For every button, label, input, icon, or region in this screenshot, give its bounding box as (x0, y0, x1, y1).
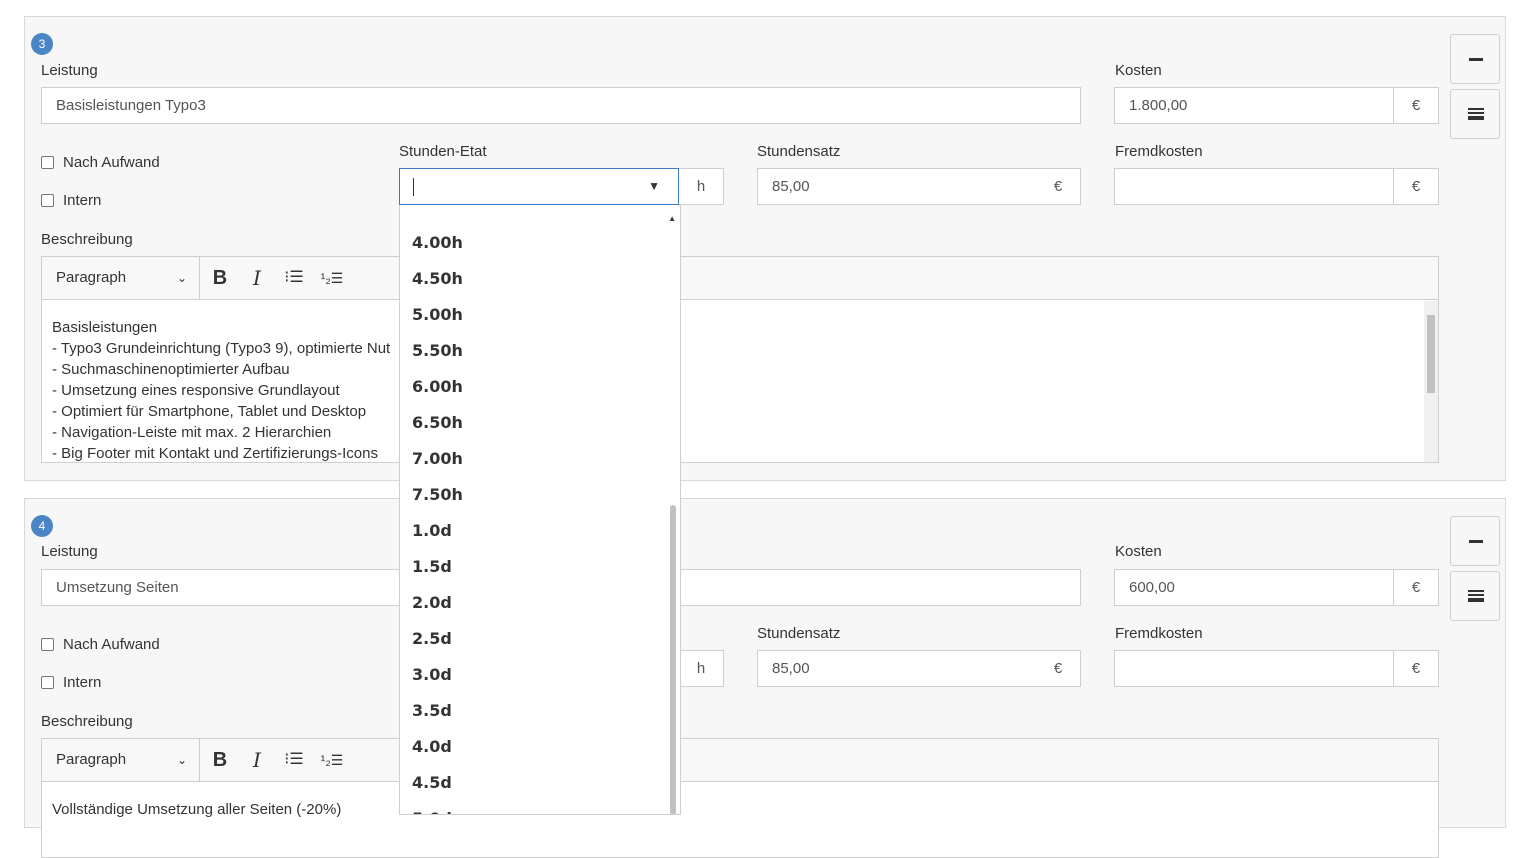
collapse-button[interactable] (1450, 516, 1500, 566)
hour-addon: h (679, 168, 724, 205)
fremdkosten-label: Fremdkosten (1115, 143, 1203, 160)
fremdkosten-input[interactable] (1114, 168, 1394, 205)
bullet-list-icon[interactable]: ⁝☰ (280, 266, 308, 290)
service-block-3: 3 Leistung Basisleistungen Typo3 Kosten … (24, 16, 1506, 481)
content-line: - Optimiert für Smartphone, Tablet und D… (52, 403, 367, 420)
paragraph-select[interactable]: Paragraph ⌄ (42, 257, 200, 299)
dropdown-option[interactable]: 1.5d (412, 557, 452, 576)
leistung-label: Leistung (41, 543, 98, 560)
position-badge: 4 (31, 515, 53, 537)
dropdown-option[interactable]: 4.50h (412, 269, 463, 288)
intern-label: Intern (63, 192, 102, 209)
content-line: - Navigation-Leiste mit max. 2 Hierarchi… (52, 424, 332, 441)
chevron-down-icon: ⌄ (176, 271, 187, 285)
dropdown-option[interactable]: 3.0d (412, 665, 452, 684)
numbered-list-icon[interactable]: ¹₂☰ (318, 266, 346, 290)
intern-checkbox[interactable] (41, 676, 54, 689)
stunden-etat-select[interactable]: ▼ (399, 168, 679, 205)
kosten-input[interactable]: 600,00 (1114, 569, 1394, 606)
content-line: - Umsetzung eines responsive Grundlayout (52, 382, 340, 399)
dropdown-option[interactable]: 4.5d (412, 773, 452, 792)
editor-toolbar: Paragraph ⌄ B I ⁝☰ ¹₂☰ (42, 257, 1438, 300)
dropdown-option[interactable]: 4.0d (412, 737, 452, 756)
bold-icon[interactable]: B (206, 748, 234, 772)
currency-addon: € (1394, 168, 1439, 205)
stunden-etat-dropdown[interactable]: ▲ 4.00h 4.50h 5.00h 5.50h 6.00h 6.50h 7.00h 7.5… (399, 205, 681, 815)
scroll-up-arrow[interactable]: ▲ (668, 214, 676, 223)
intern-label: Intern (63, 674, 102, 691)
beschreibung-label: Beschreibung (41, 231, 133, 248)
dropdown-option[interactable]: 5.0d (412, 809, 452, 814)
dropdown-option[interactable]: 5.50h (412, 341, 463, 360)
dropdown-option[interactable]: 2.0d (412, 593, 452, 612)
minus-icon (1469, 540, 1483, 543)
menu-icon (1468, 108, 1484, 120)
scroll-thumb[interactable] (1427, 315, 1435, 393)
content-line: - Big Footer mit Kontakt und Zertifizier… (52, 445, 378, 462)
content-line: Vollständige Umsetzung aller Seiten (-20… (52, 801, 342, 818)
nach-aufwand-label: Nach Aufwand (63, 154, 160, 171)
stundensatz-label: Stundensatz (757, 625, 841, 642)
leistung-input[interactable]: Basisleistungen Typo3 (41, 87, 1081, 124)
dropdown-option[interactable]: 7.50h (412, 485, 463, 504)
kosten-label: Kosten (1115, 543, 1162, 560)
text-cursor (413, 178, 414, 196)
description-editor: Paragraph ⌄ B I ⁝☰ ¹₂☰ Basisleistungen -… (41, 256, 1439, 463)
currency-addon: € (1394, 569, 1439, 606)
beschreibung-label: Beschreibung (41, 713, 133, 730)
description-editor: Paragraph ⌄ B I ⁝☰ ¹₂☰ Vollständige Umse… (41, 738, 1439, 858)
dropdown-scroll-thumb[interactable] (670, 505, 676, 814)
leistung-label: Leistung (41, 62, 98, 79)
nach-aufwand-checkbox[interactable] (41, 156, 54, 169)
currency-addon: € (1394, 87, 1439, 124)
dropdown-option[interactable]: 2.5d (412, 629, 452, 648)
paragraph-select[interactable]: Paragraph ⌄ (42, 739, 200, 781)
service-block-4: 4 Leistung Umsetzung Seiten Kosten 600,0… (24, 498, 1506, 858)
editor-content[interactable]: Basisleistungen - Typo3 Grundeinrichtung… (42, 301, 1438, 462)
italic-icon[interactable]: I (243, 748, 271, 772)
hour-addon: h (679, 650, 724, 687)
kosten-input[interactable]: 1.800,00 (1114, 87, 1394, 124)
editor-scrollbar[interactable] (1424, 301, 1438, 462)
dropdown-option[interactable]: 7.00h (412, 449, 463, 468)
dropdown-option[interactable]: 3.5d (412, 701, 452, 720)
collapse-button[interactable] (1450, 34, 1500, 84)
stundensatz-label: Stundensatz (757, 143, 841, 160)
menu-icon (1468, 590, 1484, 602)
numbered-list-icon[interactable]: ¹₂☰ (318, 748, 346, 772)
caret-down-icon: ▼ (648, 179, 660, 193)
stundensatz-input[interactable]: 85,00 (757, 650, 1037, 687)
content-line: Basisleistungen (52, 319, 158, 336)
content-line: - Typo3 Grundeinrichtung (Typo3 9), opti… (52, 340, 391, 357)
italic-icon[interactable]: I (243, 266, 271, 290)
fremdkosten-label: Fremdkosten (1115, 625, 1203, 642)
dropdown-option[interactable]: 6.50h (412, 413, 463, 432)
reorder-button[interactable] (1450, 571, 1500, 621)
dropdown-option[interactable]: 4.00h (412, 233, 463, 252)
editor-content[interactable]: Vollständige Umsetzung aller Seiten (-20… (42, 783, 1438, 857)
editor-toolbar: Paragraph ⌄ B I ⁝☰ ¹₂☰ (42, 739, 1438, 782)
currency-addon: € (1394, 650, 1439, 687)
currency-addon: € (1036, 168, 1081, 205)
chevron-down-icon: ⌄ (176, 753, 187, 767)
intern-checkbox[interactable] (41, 194, 54, 207)
bullet-list-icon[interactable]: ⁝☰ (280, 748, 308, 772)
kosten-label: Kosten (1115, 62, 1162, 79)
bold-icon[interactable]: B (206, 266, 234, 290)
stunden-etat-label: Stunden-Etat (399, 143, 487, 160)
dropdown-option[interactable]: 6.00h (412, 377, 463, 396)
dropdown-option[interactable]: 1.0d (412, 521, 452, 540)
position-badge: 3 (31, 33, 53, 55)
minus-icon (1469, 58, 1483, 61)
stundensatz-input[interactable]: 85,00 (757, 168, 1037, 205)
dropdown-option[interactable]: 5.00h (412, 305, 463, 324)
reorder-button[interactable] (1450, 89, 1500, 139)
content-line: - Suchmaschinenoptimierter Aufbau (52, 361, 290, 378)
currency-addon: € (1036, 650, 1081, 687)
nach-aufwand-label: Nach Aufwand (63, 636, 160, 653)
fremdkosten-input[interactable] (1114, 650, 1394, 687)
nach-aufwand-checkbox[interactable] (41, 638, 54, 651)
